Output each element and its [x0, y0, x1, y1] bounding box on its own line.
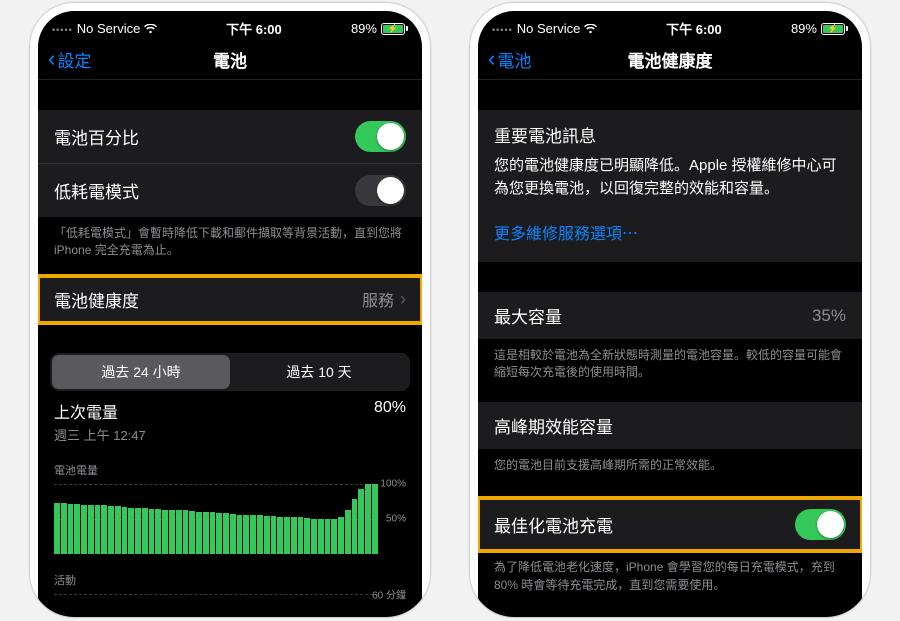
segment-10d[interactable]: 過去 10 天: [230, 355, 408, 389]
chevron-right-icon: ›: [400, 289, 406, 310]
label: 最大容量: [494, 303, 562, 328]
nav-bar: ‹ 電池 電池健康度: [478, 40, 862, 80]
last-level-block: 80% 上次電量 週三 上午 12:47: [38, 391, 422, 444]
low-power-toggle[interactable]: [355, 175, 406, 206]
label: 低耗電模式: [54, 178, 139, 203]
row-low-power-mode[interactable]: 低耗電模式: [38, 163, 422, 217]
back-button[interactable]: ‹ 電池: [484, 43, 535, 76]
row-max-capacity: 最大容量 35%: [478, 292, 862, 339]
battery-percent: 89%: [351, 21, 377, 36]
battery-icon: ⚡: [381, 23, 408, 35]
row-battery-health[interactable]: 電池健康度 服務 ›: [38, 276, 422, 323]
notice-heading: 重要電池訊息: [478, 110, 862, 149]
wifi-icon: [144, 22, 157, 37]
row-optimized-charging[interactable]: 最佳化電池充電: [478, 498, 862, 551]
history-segmented-control[interactable]: 過去 24 小時 過去 10 天: [50, 353, 410, 391]
peak-performance-footnote: 您的電池目前支援高峰期所需的正常效能。: [478, 449, 862, 484]
back-label: 電池: [497, 47, 531, 72]
page-title: 電池: [38, 47, 422, 72]
activity-chart: 活動 60 分鐘: [54, 572, 406, 617]
phone-battery-settings: No Service 下午 6:00 89% ⚡ ‹ 設定 電池: [30, 3, 430, 617]
label: 最佳化電池充電: [494, 512, 613, 537]
label: 高峰期效能容量: [494, 413, 613, 438]
segment-24h[interactable]: 過去 24 小時: [52, 355, 230, 389]
optimized-charging-toggle[interactable]: [795, 509, 846, 540]
nav-bar: ‹ 設定 電池: [38, 40, 422, 80]
notice-body: 您的電池健康度已明顯降低。Apple 授權維修中心可為您更換電池，以回復完整的效…: [478, 149, 862, 210]
last-level-time: 週三 上午 12:47: [54, 425, 406, 444]
chart-label: 活動: [54, 572, 406, 588]
wifi-icon: [584, 22, 597, 37]
clock: 下午 6:00: [226, 19, 282, 38]
carrier: No Service: [77, 21, 141, 36]
chart-label: 電池電量: [54, 462, 406, 478]
battery-percentage-toggle[interactable]: [355, 121, 406, 152]
battery-level-chart: 電池電量 100% 50%: [54, 462, 406, 554]
last-level-percent: 80%: [374, 399, 406, 417]
last-level-label: 上次電量: [54, 399, 406, 423]
battery-icon: ⚡: [821, 23, 848, 35]
status-bar: No Service 下午 6:00 89% ⚡: [38, 11, 422, 40]
status-bar: No Service 下午 6:00 89% ⚡: [478, 11, 862, 40]
label: 電池百分比: [54, 124, 139, 149]
battery-health-value: 服務: [362, 287, 394, 311]
phone-battery-health: No Service 下午 6:00 89% ⚡ ‹ 電池 電池健康度 重要電池…: [470, 3, 870, 617]
more-service-options-link[interactable]: 更多維修服務選項⋯: [478, 210, 862, 258]
max-capacity-value: 35%: [812, 306, 846, 326]
low-power-footnote: 「低耗電模式」會暫時降低下載和郵件擷取等背景活動，直到您將 iPhone 完全充…: [38, 217, 422, 270]
optimized-charging-footnote: 為了降低電池老化速度，iPhone 會學習您的每日充電模式，充到 80% 時會等…: [478, 551, 862, 604]
back-button[interactable]: ‹ 設定: [44, 43, 95, 76]
row-peak-performance[interactable]: 高峰期效能容量: [478, 402, 862, 449]
max-capacity-footnote: 這是相較於電池為全新狀態時測量的電池容量。較低的容量可能會縮短每次充電後的使用時…: [478, 339, 862, 392]
row-battery-percentage[interactable]: 電池百分比: [38, 110, 422, 163]
back-label: 設定: [57, 47, 91, 72]
page-title: 電池健康度: [478, 47, 862, 72]
label: 電池健康度: [54, 287, 139, 312]
